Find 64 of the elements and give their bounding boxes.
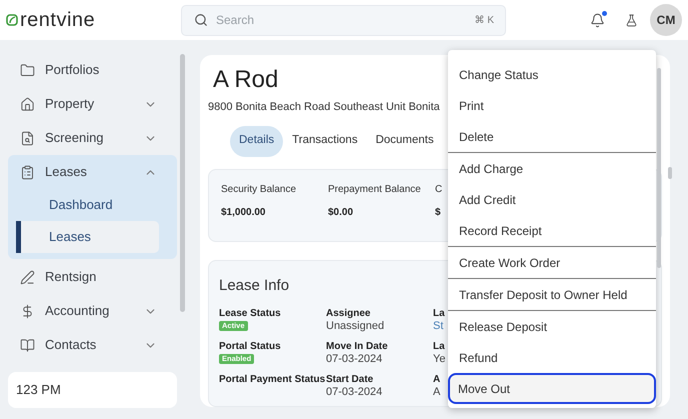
menu-item[interactable]: Add Charge (448, 153, 656, 184)
sidebar-subitem[interactable]: Leases (16, 221, 159, 253)
search-icon (194, 12, 208, 26)
menu-item[interactable]: Move Out (448, 373, 656, 404)
scrollbar-thumb[interactable] (180, 54, 185, 312)
document-search-icon (20, 130, 35, 146)
balance-value: $1,000.00 (221, 206, 266, 220)
menu-item[interactable]: Change Status (448, 59, 656, 90)
menu-item[interactable]: Add Credit (448, 184, 656, 215)
field-value: 07-03-2024 (326, 353, 382, 366)
field-label: Assignee (326, 307, 370, 320)
balance-value: $ (435, 206, 441, 220)
tab[interactable]: Documents (366, 126, 443, 156)
section-title: Lease Info (219, 276, 290, 296)
logo-text: rentvine (20, 10, 96, 30)
notification-bell-icon[interactable] (590, 12, 605, 28)
field-label: Portal Status (219, 340, 281, 353)
pen-icon (20, 270, 35, 284)
menu-item[interactable]: Refund (448, 342, 656, 373)
sidebar-item[interactable]: Portfolios (8, 53, 177, 87)
field-value: A (433, 386, 440, 399)
field-value: 07-03-2024 (326, 386, 382, 399)
sidebar-item[interactable]: Property (8, 87, 177, 121)
balance-label: Prepayment Balance (328, 182, 421, 196)
lease-address: 9800 Bonita Beach Road Southeast Unit Bonita (208, 100, 440, 115)
balance-label: Security Balance (221, 182, 296, 196)
flask-icon[interactable] (625, 14, 638, 26)
clipboard-icon (20, 164, 35, 180)
lease-title: A Rod (213, 65, 278, 95)
menu-item[interactable]: Record Receipt (448, 215, 656, 246)
footer-card: 123 PM (8, 372, 177, 408)
folder-icon (20, 62, 35, 78)
menu-item[interactable]: Create Work Order (448, 247, 656, 278)
tab[interactable]: Transactions (283, 126, 367, 156)
field-link[interactable]: St (433, 320, 444, 333)
field-value: Ye (433, 353, 446, 366)
field-value: Unassigned (326, 320, 384, 333)
sidebar-subitem[interactable]: Dashboard (16, 189, 159, 221)
sidebar-item[interactable]: Accounting (8, 294, 177, 328)
menu-scrollbar-thumb[interactable] (657, 68, 661, 268)
leaf-logo-icon (6, 14, 18, 26)
sidebar-item[interactable]: Leases (8, 155, 177, 189)
house-icon (20, 96, 35, 112)
menu-item[interactable]: Release Deposit (448, 311, 656, 342)
field-label: Move In Date (326, 340, 388, 353)
book-icon (20, 338, 35, 352)
balance-label: C (435, 182, 442, 196)
user-avatar[interactable]: CM (650, 4, 682, 36)
sidebar-item[interactable]: Contacts (8, 328, 177, 362)
field-label: Start Date (326, 373, 374, 386)
field-label: Portal Payment Status (219, 373, 326, 386)
field-label: La (433, 307, 445, 320)
field-label: A (433, 373, 440, 386)
sidebar-item[interactable]: Rentsign (8, 260, 177, 294)
shortcut-hint: ⌘ K (474, 14, 494, 28)
field-label: Lease Status (219, 307, 281, 320)
menu-item[interactable]: Delete (448, 121, 656, 152)
menu-item[interactable]: Print (448, 90, 656, 121)
balance-value: $0.00 (328, 206, 354, 220)
field-label: La (433, 340, 445, 353)
page-scrollbar-thumb[interactable] (668, 167, 672, 179)
sidebar-item[interactable]: Screening (8, 121, 177, 155)
tab[interactable]: Details (230, 126, 284, 156)
menu-item[interactable]: Transfer Deposit to Owner Held (448, 279, 656, 310)
